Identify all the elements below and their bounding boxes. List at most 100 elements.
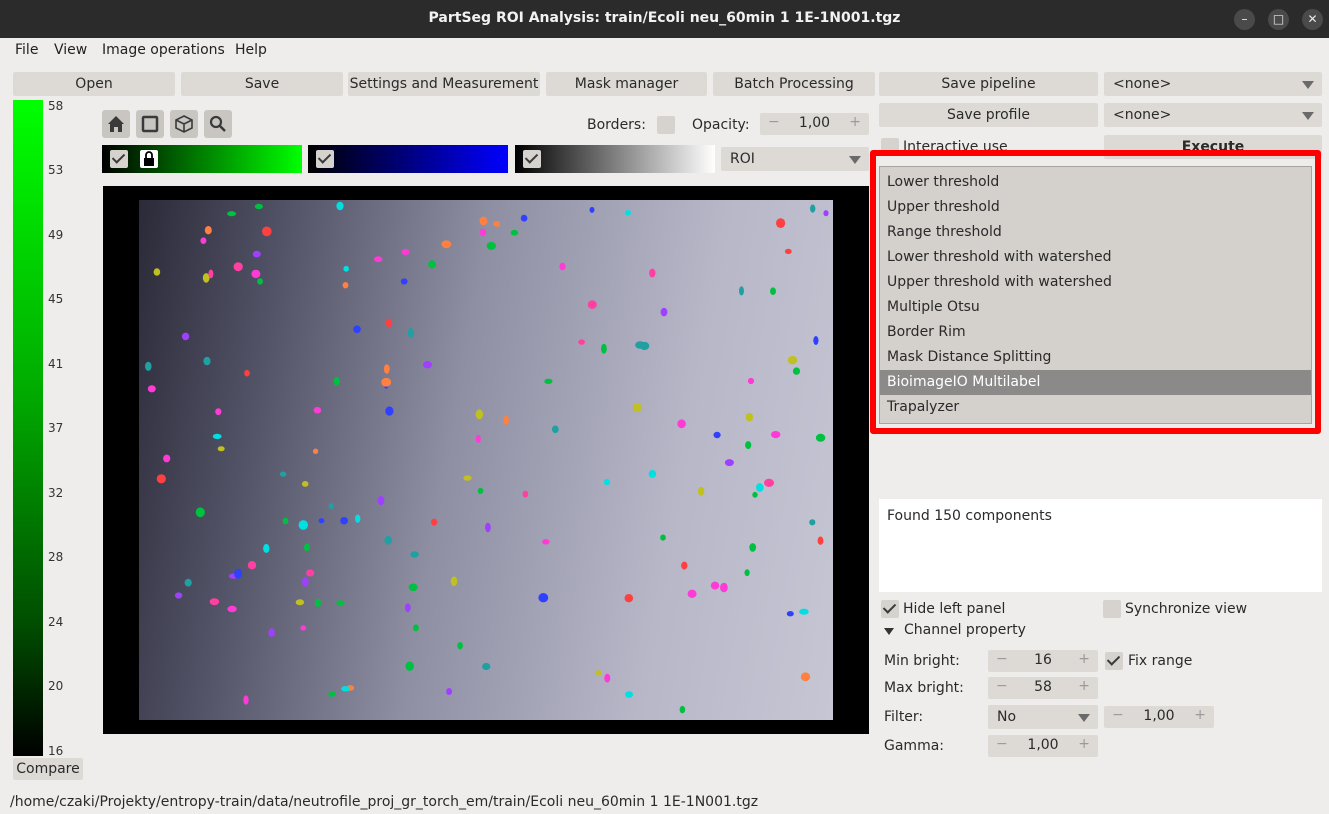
menu-bar: File View Image operations Help	[0, 38, 1329, 64]
search-icon[interactable]	[204, 110, 232, 138]
profile-select[interactable]: <none>	[1104, 103, 1322, 127]
segmented-component	[336, 600, 345, 606]
cube-icon[interactable]	[170, 110, 198, 138]
segmented-component	[809, 519, 816, 526]
channel-1-bar[interactable]	[102, 145, 302, 173]
segmented-component	[756, 483, 764, 492]
channel-3-checkbox[interactable]	[523, 150, 541, 168]
channel-2-bar[interactable]	[308, 145, 508, 173]
segmented-component	[482, 662, 491, 671]
chevron-down-icon	[849, 156, 861, 164]
plus-icon[interactable]: +	[1194, 707, 1206, 723]
roi-select[interactable]: ROI	[721, 147, 869, 171]
segmented-component	[234, 568, 243, 579]
segmented-component	[413, 624, 419, 632]
filter-param-spinbox[interactable]: − 1,00 +	[1104, 706, 1214, 728]
segmented-component	[257, 278, 263, 285]
colorbar-tick: 24	[48, 615, 64, 629]
segmented-component	[813, 336, 819, 345]
segmented-component	[587, 300, 597, 309]
close-icon[interactable]: ✕	[1302, 9, 1323, 30]
colorbar-tick: 58	[48, 99, 64, 113]
microscopy-image[interactable]	[139, 200, 833, 720]
segmented-component	[817, 536, 824, 545]
segmented-component	[302, 577, 309, 587]
segmented-component	[282, 517, 289, 525]
max-bright-spinbox[interactable]: − 58 +	[988, 677, 1098, 699]
minimize-icon[interactable]: –	[1234, 9, 1255, 30]
segmented-component	[522, 490, 529, 498]
colorbar-tick: 37	[48, 421, 64, 435]
segmented-component	[776, 218, 786, 228]
segmented-component	[604, 673, 611, 683]
save-button[interactable]: Save	[181, 72, 343, 96]
pipeline-select-value: <none>	[1113, 76, 1172, 92]
plus-icon[interactable]: +	[1078, 736, 1090, 752]
segmented-component	[404, 603, 411, 613]
gamma-spinbox[interactable]: − 1,00 +	[988, 735, 1098, 757]
save-pipeline-button[interactable]: Save pipeline	[879, 72, 1098, 96]
channel-2-checkbox[interactable]	[316, 150, 334, 168]
segmented-component	[227, 605, 237, 613]
min-bright-label: Min bright:	[884, 653, 960, 669]
fix-range-checkbox[interactable]	[1105, 652, 1123, 670]
segmented-component	[384, 535, 393, 545]
segmented-component	[163, 454, 171, 463]
plus-icon[interactable]: +	[1078, 678, 1090, 694]
segmented-component	[383, 364, 390, 374]
hide-left-panel-checkbox[interactable]	[881, 600, 899, 618]
segmented-component	[217, 446, 225, 452]
segmented-component	[595, 669, 602, 676]
segmented-component	[147, 385, 156, 393]
min-bright-spinbox[interactable]: − 16 +	[988, 650, 1098, 672]
title-bar: PartSeg ROI Analysis: train/Ecoli neu_60…	[0, 0, 1329, 38]
segmented-component	[764, 478, 774, 487]
compare-button[interactable]: Compare	[13, 758, 83, 780]
colorbar-tick: 53	[48, 163, 64, 177]
menu-view[interactable]: View	[54, 42, 87, 58]
menu-help[interactable]: Help	[235, 42, 267, 58]
home-icon[interactable]	[102, 110, 130, 138]
segmented-component	[407, 328, 415, 338]
segmented-component	[485, 522, 491, 533]
channel-1-checkbox[interactable]	[110, 150, 128, 168]
segmented-component	[697, 486, 705, 496]
lock-icon[interactable]	[140, 150, 158, 168]
gamma-label: Gamma:	[884, 738, 944, 754]
synchronize-view-checkbox[interactable]	[1103, 600, 1121, 618]
channel-3-bar[interactable]	[515, 145, 715, 173]
borders-checkbox[interactable]	[657, 116, 675, 134]
channel-property-header[interactable]: Channel property	[904, 622, 1026, 638]
segmented-component	[660, 307, 668, 317]
segmented-component	[156, 474, 166, 484]
opacity-spinbox[interactable]: − 1,00 +	[760, 113, 869, 135]
save-profile-button[interactable]: Save profile	[879, 103, 1098, 127]
max-bright-label: Max bright:	[884, 680, 964, 696]
mask-manager-button[interactable]: Mask manager	[546, 72, 707, 96]
open-button[interactable]: Open	[13, 72, 175, 96]
menu-image-operations[interactable]: Image operations	[102, 42, 225, 58]
segmented-component	[479, 228, 487, 237]
segmented-component	[648, 469, 657, 478]
segmented-component	[336, 201, 344, 211]
segmented-component	[262, 226, 272, 237]
segmented-component	[410, 551, 419, 558]
pipeline-select[interactable]: <none>	[1104, 72, 1322, 96]
segmented-component	[268, 628, 275, 637]
plus-icon[interactable]: +	[1078, 651, 1090, 667]
filter-select[interactable]: No	[988, 705, 1098, 729]
expand-arrow-icon[interactable]	[884, 628, 894, 635]
settings-measurement-button[interactable]: Settings and Measurement	[348, 72, 540, 96]
batch-processing-button[interactable]: Batch Processing	[713, 72, 875, 96]
segmented-component	[810, 204, 816, 213]
segmented-component	[355, 514, 361, 523]
maximize-icon[interactable]: □	[1268, 9, 1289, 30]
segmented-component	[624, 594, 634, 603]
segmented-component	[328, 691, 336, 697]
menu-file[interactable]: File	[15, 42, 38, 58]
plus-icon[interactable]: +	[849, 114, 861, 130]
segmented-component	[328, 503, 334, 510]
segmented-component	[520, 214, 528, 222]
segmented-component	[752, 491, 758, 498]
square-icon[interactable]	[136, 110, 164, 138]
